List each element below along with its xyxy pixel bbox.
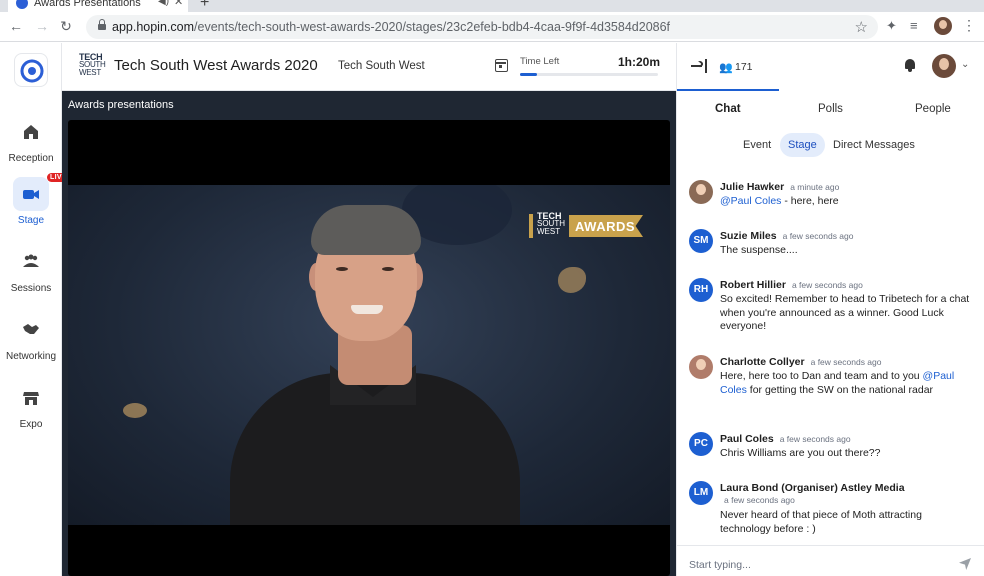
tab-polls[interactable]: Polls (818, 103, 843, 115)
time-left-value: 1h:20m (618, 55, 661, 69)
stage-video[interactable]: TECH SOUTH WEST AWARDS (68, 120, 670, 576)
sidebar-item-sessions[interactable]: Sessions (0, 245, 62, 305)
avatar[interactable]: SM (689, 229, 713, 253)
browser-tab-title: Awards Presentations (34, 0, 141, 9)
presenter-video (68, 185, 670, 525)
user-avatar[interactable] (932, 54, 956, 78)
address-bar[interactable]: app.hopin.com/events/tech-south-west-awa… (86, 15, 878, 39)
store-icon (13, 381, 49, 415)
avatar[interactable]: PC (689, 432, 713, 456)
avatar[interactable]: RH (689, 278, 713, 302)
event-logo[interactable]: TECH SOUTH WEST (79, 53, 107, 81)
left-sidebar: Reception LIVE Stage Sessions Networking… (0, 43, 70, 576)
message-time: a few seconds ago (724, 495, 795, 505)
new-tab-icon[interactable]: + (200, 0, 209, 12)
sidebar-item-label: Reception (8, 153, 54, 164)
lock-icon (98, 19, 106, 31)
time-left-progress-fill (520, 73, 537, 76)
browser-toolbar: ← → ↻ app.hopin.com/events/tech-south-we… (0, 12, 984, 42)
panel-header: 👥 171 ⌄ (677, 43, 984, 91)
message-time: a minute ago (790, 182, 840, 192)
chevron-down-icon[interactable]: ⌄ (961, 59, 969, 70)
message-text: @Paul Coles - here, here (720, 195, 839, 207)
send-icon[interactable] (959, 558, 971, 570)
hopin-favicon-icon (16, 0, 28, 9)
browser-tab-strip: Awards Presentations ◀) ✕ + (0, 0, 984, 12)
message-time: a few seconds ago (782, 231, 854, 241)
video-frame: TECH SOUTH WEST AWARDS (68, 185, 670, 525)
sub-tab-stage[interactable]: Stage (780, 133, 825, 157)
chat-messages[interactable]: Julie Hawker a minute ago @Paul Coles - h… (677, 173, 984, 545)
message-time: a few seconds ago (791, 280, 863, 290)
extensions-puzzle-icon[interactable]: ✦ (886, 18, 897, 34)
message-author[interactable]: Laura Bond (Organiser) Astley Media (720, 482, 905, 494)
stage-area: Awards presentations TECH SOUTH WEST AWA… (62, 91, 676, 576)
time-left-progress (520, 73, 658, 76)
attendees-icon: 👥 (719, 62, 733, 74)
stage-title: Awards presentations (68, 99, 174, 111)
people-group-icon (13, 245, 49, 279)
sidebar-item-label: Sessions (10, 283, 52, 294)
event-title: Tech South West Awards 2020 (114, 57, 318, 74)
message-author[interactable]: Paul Coles a few seconds ago (720, 433, 851, 445)
right-panel: 👥 171 ⌄ Chat Polls People Event Stage Di… (676, 43, 984, 576)
chat-composer (677, 545, 984, 576)
message-time: a few seconds ago (779, 434, 851, 444)
tab-people[interactable]: People (915, 103, 951, 115)
hopin-logo[interactable] (14, 53, 48, 87)
close-tab-icon[interactable]: ✕ (174, 0, 183, 8)
message-author[interactable]: Robert Hillier a few seconds ago (720, 279, 863, 291)
message-author[interactable]: Julie Hawker a minute ago (720, 181, 839, 193)
url-text: app.hopin.com/events/tech-south-west-awa… (112, 20, 671, 34)
panel-tabs: Chat Polls People (677, 91, 984, 127)
message-text: So excited! Remember to head to Tribetec… (720, 293, 970, 332)
tab-chat[interactable]: Chat (715, 103, 741, 115)
sidebar-item-networking[interactable]: Networking (0, 313, 62, 373)
sidebar-item-expo[interactable]: Expo (0, 381, 62, 441)
avatar[interactable] (689, 355, 713, 379)
browser-tab[interactable]: Awards Presentations ◀) ✕ (8, 0, 188, 12)
browser-profile-avatar[interactable] (934, 17, 952, 35)
sidebar-item-label: Expo (19, 419, 43, 430)
chat-input[interactable] (689, 556, 939, 574)
mention-link: @Paul Coles (720, 195, 782, 207)
time-left-label: Time Left (520, 56, 560, 67)
attendee-count: 171 (735, 61, 753, 73)
message-author[interactable]: Charlotte Collyer a few seconds ago (720, 356, 882, 368)
message-text: Chris Williams are you out there?? (720, 447, 881, 459)
media-queue-icon[interactable]: ≡ (910, 18, 918, 33)
bookmark-star-icon[interactable]: ☆ (855, 18, 868, 36)
sub-tab-direct-messages[interactable]: Direct Messages (825, 133, 923, 157)
sidebar-item-label: Networking (5, 351, 57, 362)
message-time: a few seconds ago (810, 357, 882, 367)
message-author[interactable]: Suzie Miles a few seconds ago (720, 230, 854, 242)
back-arrow-icon[interactable]: ← (8, 18, 24, 34)
event-header: TECH SOUTH WEST Tech South West Awards 2… (62, 43, 676, 91)
handshake-icon (13, 313, 49, 347)
message-text: The suspense.... (720, 244, 798, 256)
bell-icon[interactable] (904, 59, 916, 72)
event-organizer[interactable]: Tech South West (338, 60, 425, 72)
calendar-icon[interactable] (495, 59, 508, 72)
sidebar-item-stage[interactable]: LIVE Stage (0, 173, 70, 237)
avatar[interactable]: LM (689, 481, 713, 505)
reload-icon[interactable]: ↻ (58, 18, 74, 35)
sidebar-item-reception[interactable]: Reception (0, 115, 62, 175)
hopin-logo-icon (20, 59, 44, 83)
forward-arrow-icon[interactable]: → (34, 18, 50, 34)
audio-playing-icon[interactable]: ◀) (158, 0, 169, 7)
chat-sub-tabs: Event Stage Direct Messages (677, 133, 984, 161)
hopin-app: Reception LIVE Stage Sessions Networking… (0, 43, 984, 576)
avatar[interactable] (689, 180, 713, 204)
home-icon (13, 115, 49, 149)
sub-tab-event[interactable]: Event (735, 133, 779, 157)
message-text: Never heard of that piece of Moth attrac… (720, 509, 922, 535)
screen: Awards Presentations ◀) ✕ + ← → ↻ app.ho… (0, 0, 984, 576)
sidebar-item-label: Stage (17, 215, 45, 226)
browser-menu-icon[interactable]: ⋮ (962, 17, 976, 34)
exit-arrow-icon[interactable] (691, 58, 707, 74)
message-text: Here, here too to Dan and team and to yo… (720, 370, 955, 396)
video-camera-icon: LIVE (13, 173, 70, 211)
